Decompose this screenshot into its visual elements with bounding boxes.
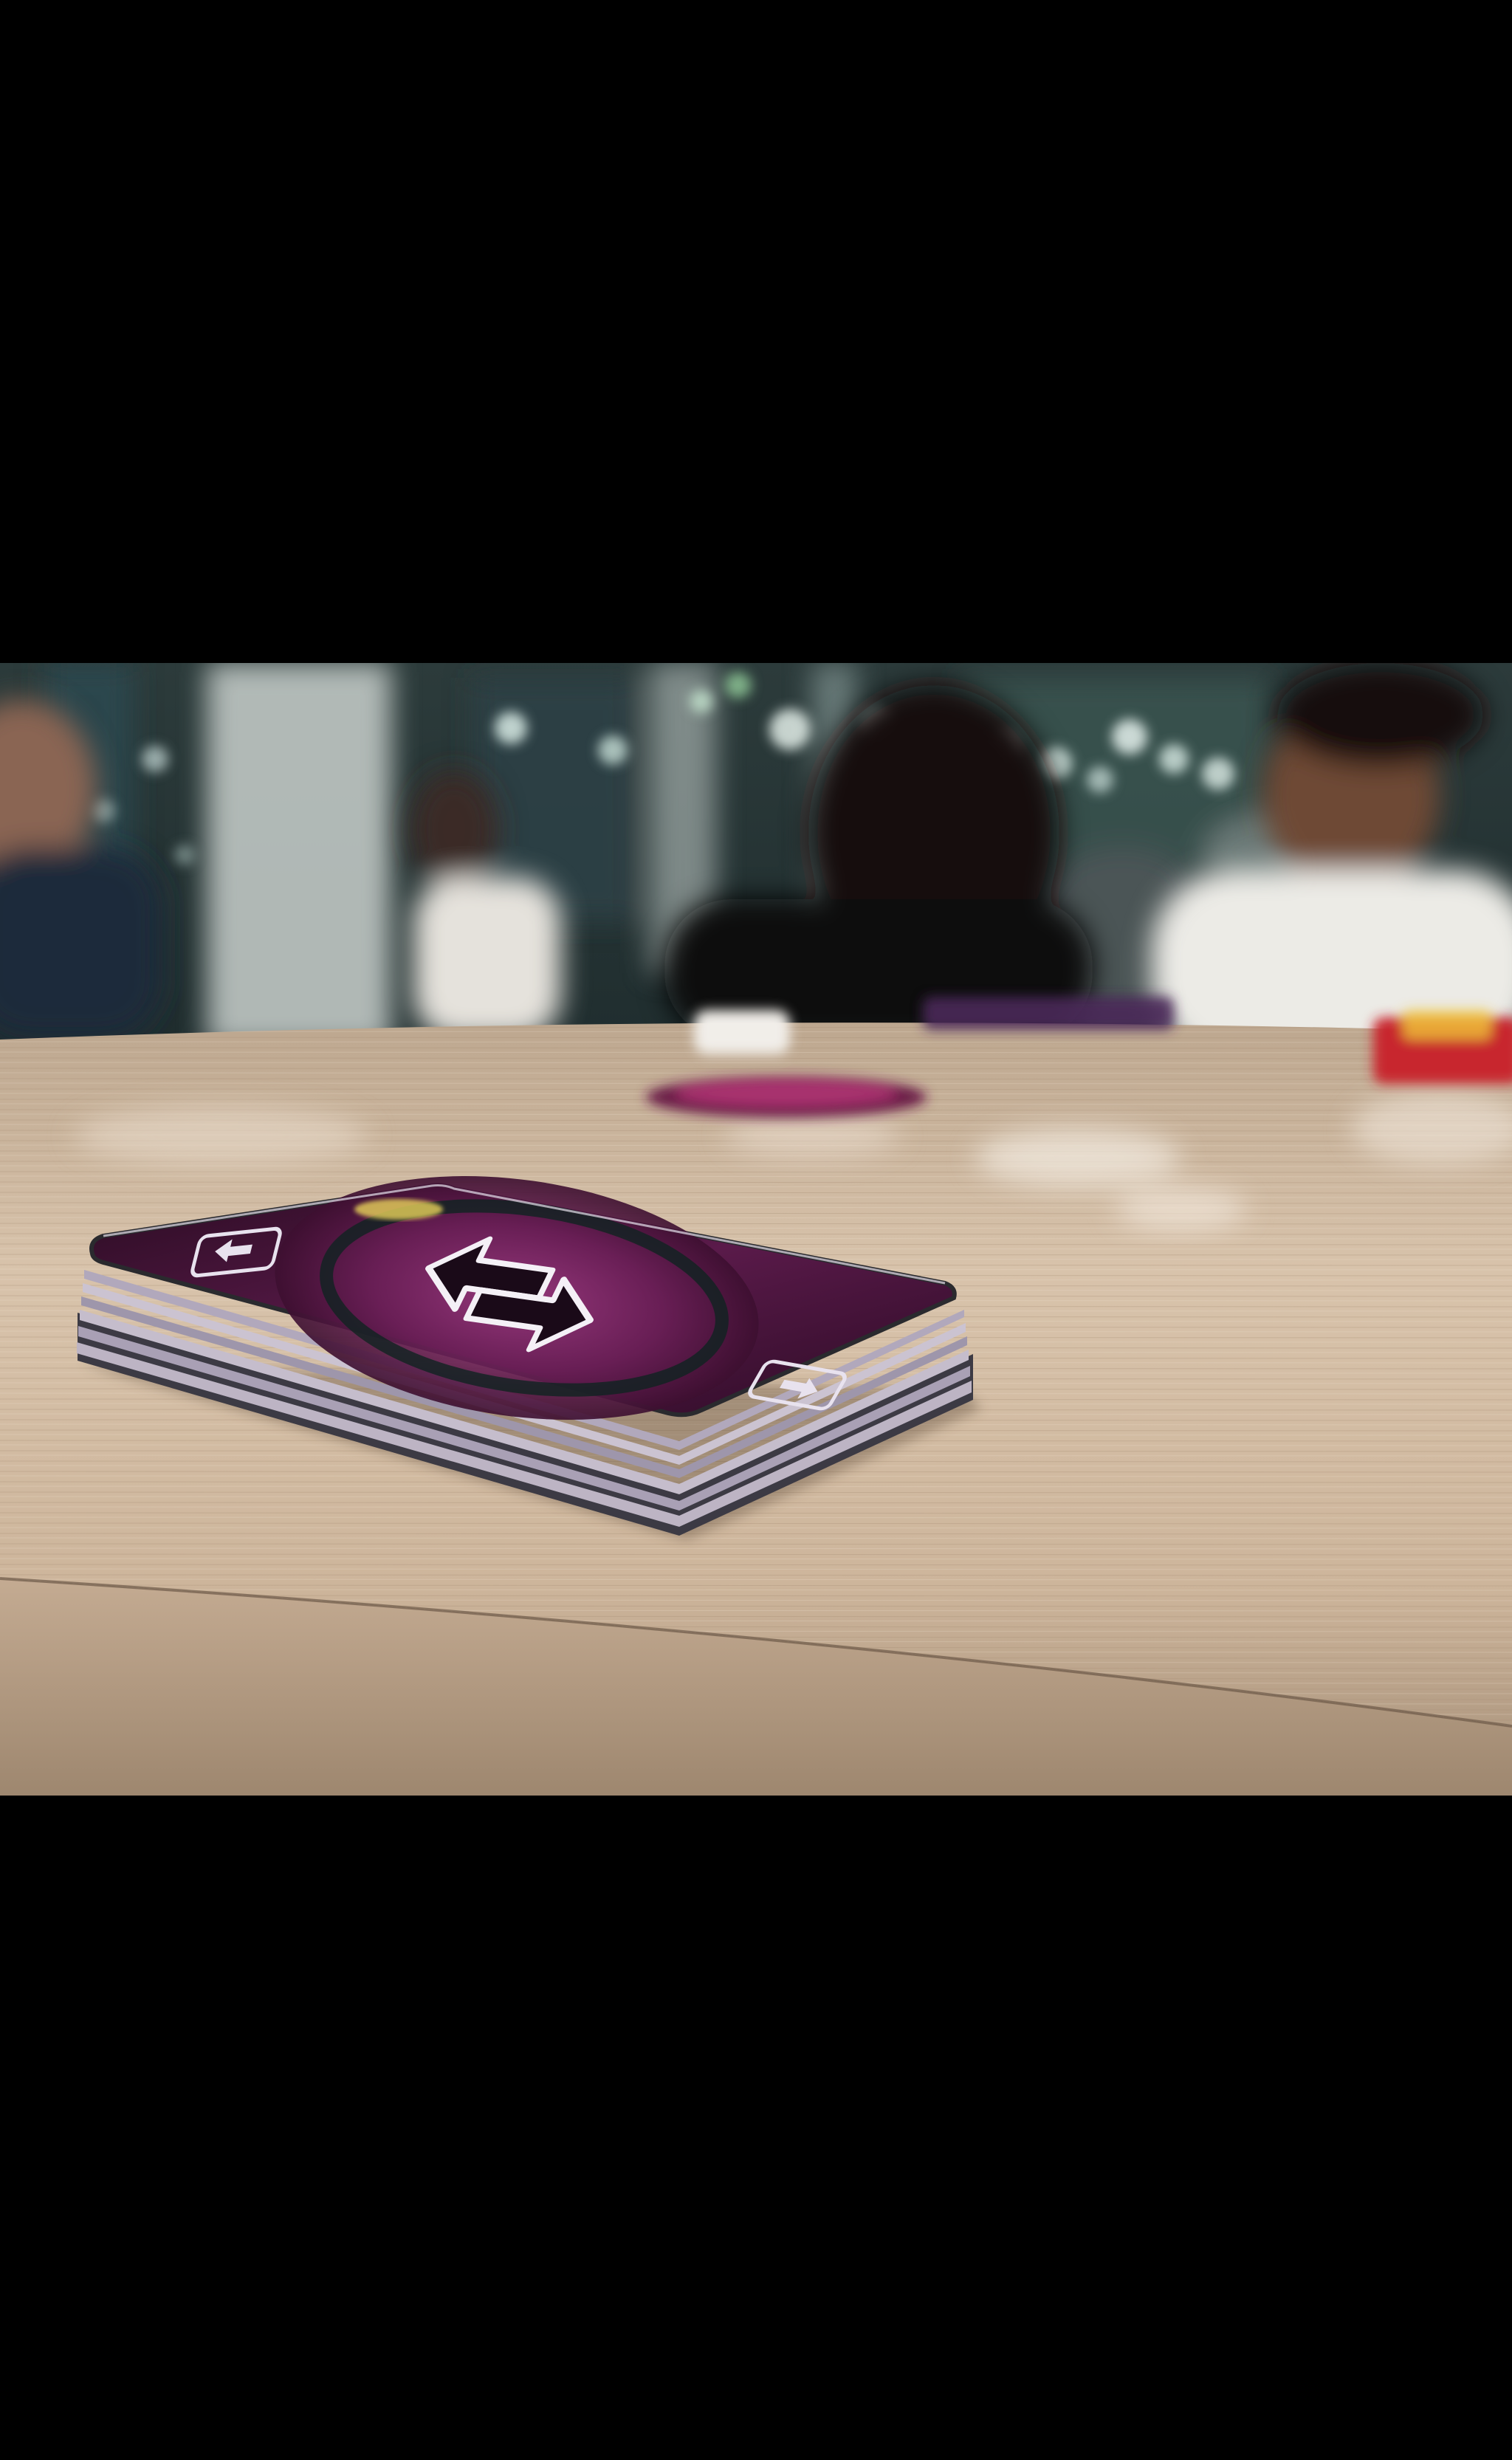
letterbox-top <box>0 0 1512 663</box>
photo-canvas <box>0 663 1512 1796</box>
photo <box>0 663 1512 1796</box>
letterbox-bottom <box>0 1796 1512 2460</box>
